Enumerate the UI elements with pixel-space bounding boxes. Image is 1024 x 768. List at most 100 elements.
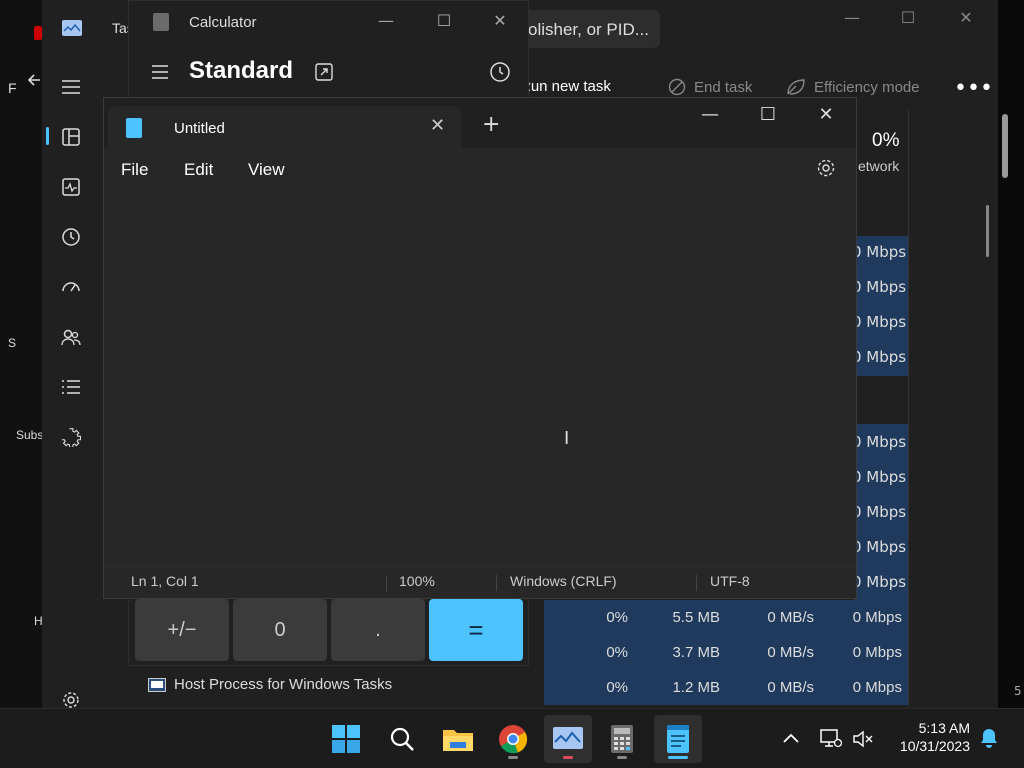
hamburger-menu-icon[interactable] [56,72,86,102]
network-icon[interactable] [820,729,842,749]
search-button[interactable] [378,715,426,763]
minimize-button[interactable]: — [371,11,401,30]
running-indicator [563,756,573,759]
notepad-tabbar[interactable]: Untitled ✕ + — ☐ ✕ [104,98,856,148]
task-manager-taskbar-button[interactable] [544,715,592,763]
equals-key[interactable]: = [429,599,523,661]
vertical-scrollbar[interactable] [1000,110,1010,710]
chrome-icon [499,725,528,754]
back-arrow-icon[interactable] [26,72,42,88]
close-button[interactable]: ✕ [946,8,986,32]
leaf-icon [787,79,805,95]
efficiency-mode-button[interactable]: Efficiency mode [786,78,920,96]
notification-bell-icon[interactable] [980,727,998,749]
calculator-icon [153,13,169,31]
notepad-window: Untitled ✕ + — ☐ ✕ File Edit View I Ln 1… [103,97,857,599]
desktop-app-icon [34,26,42,40]
table-row[interactable]: 0% 5.5 MB 0 MB/s 0 Mbps [544,600,908,635]
notepad-icon [667,725,689,753]
menu-file[interactable]: File [121,160,148,180]
chevron-up-icon[interactable] [782,731,800,745]
minimize-button[interactable]: — [690,104,730,128]
cpu-cell: 0% [606,644,628,661]
scrollbar-thumb[interactable] [1002,114,1008,178]
run-new-task-button[interactable]: Run new task [520,78,611,95]
performance-icon[interactable] [56,172,86,202]
status-divider [496,575,497,591]
process-icon [148,677,166,692]
clock[interactable]: 5:13 AM 10/31/2023 [880,719,970,755]
disk-cell: 0 MB/s [767,644,814,661]
app-history-icon[interactable] [56,222,86,252]
search-icon [390,727,414,751]
memory-cell: 3.7 MB [672,644,720,661]
task-manager-icon [62,20,82,36]
calculator-taskbar-button[interactable] [598,715,646,763]
tab-title: Untitled [174,120,225,137]
column-divider [908,110,909,710]
network-cell: 0 Mbps [852,573,907,591]
network-column-header[interactable]: 0% etwork [858,130,900,174]
running-indicator [617,756,627,759]
more-options-button[interactable]: ••• [954,76,993,101]
start-button[interactable] [322,715,370,763]
efficiency-mode-label: Efficiency mode [814,78,920,96]
menu-view[interactable]: View [248,160,285,180]
details-icon[interactable] [56,372,86,402]
clock-date: 10/31/2023 [899,738,970,754]
menu-edit[interactable]: Edit [184,160,213,180]
run-new-task-label: Run new task [520,78,611,95]
close-button[interactable]: ✕ [806,104,846,128]
history-icon[interactable] [489,61,511,83]
processes-icon[interactable] [56,122,86,152]
host-process-name: Host Process for Windows Tasks [174,676,393,693]
network-cell: 0 Mbps [852,468,907,486]
settings-gear-icon[interactable] [816,158,836,178]
close-button[interactable]: ✕ [485,11,515,30]
notepad-tab[interactable]: Untitled ✕ [108,106,462,148]
end-task-label: End task [694,78,753,96]
keep-on-top-icon[interactable] [315,63,333,81]
desktop-label: F [8,80,17,96]
end-task-icon [668,78,686,96]
new-tab-button[interactable]: + [482,114,500,136]
users-icon[interactable] [56,322,86,352]
desktop-background: F S Subs H [0,0,44,708]
notepad-taskbar-button[interactable] [654,715,702,763]
file-explorer-button[interactable] [434,715,482,763]
network-cell: 0 Mbps [852,278,907,296]
maximize-button[interactable]: ☐ [748,104,788,128]
end-task-button[interactable]: End task [668,78,752,96]
decimal-key[interactable]: . [331,599,425,661]
table-row[interactable]: 0% 1.2 MB 0 MB/s 0 Mbps [544,670,908,705]
hamburger-menu-icon[interactable] [151,65,169,79]
tab-close-icon[interactable]: ✕ [430,115,445,136]
volume-muted-icon[interactable] [852,729,874,749]
zero-key[interactable]: 0 [233,599,327,661]
host-process-row[interactable]: Host Process for Windows Tasks [148,676,392,693]
desktop-label: Subs [16,428,44,442]
maximize-button[interactable]: ☐ [888,8,928,32]
minimize-button[interactable]: — [832,8,872,32]
search-input[interactable]: olisher, or PID... [518,10,660,48]
status-divider [696,575,697,591]
text-editor-area[interactable] [104,190,856,562]
maximize-button[interactable]: ☐ [429,11,459,30]
network-percent: 0% [872,130,900,151]
inner-scrollbar-thumb[interactable] [986,205,989,257]
running-indicator [508,756,518,759]
network-cell: 0 Mbps [852,243,907,261]
cpu-cell: 0% [606,609,628,626]
chrome-button[interactable] [489,715,537,763]
startup-apps-icon[interactable] [56,272,86,302]
network-cell: 0 Mbps [852,313,907,331]
status-bar: Ln 1, Col 1 100% Windows (CRLF) UTF-8 [104,566,856,598]
services-icon[interactable] [56,422,86,452]
selected-indicator [46,127,49,145]
table-row[interactable]: 0% 3.7 MB 0 MB/s 0 Mbps [544,635,908,670]
negate-key[interactable]: +/− [135,599,229,661]
encoding: UTF-8 [710,573,750,589]
network-cell: 0 Mbps [852,644,902,661]
disk-cell: 0 MB/s [767,609,814,626]
calculator-mode-title: Standard [189,57,294,84]
